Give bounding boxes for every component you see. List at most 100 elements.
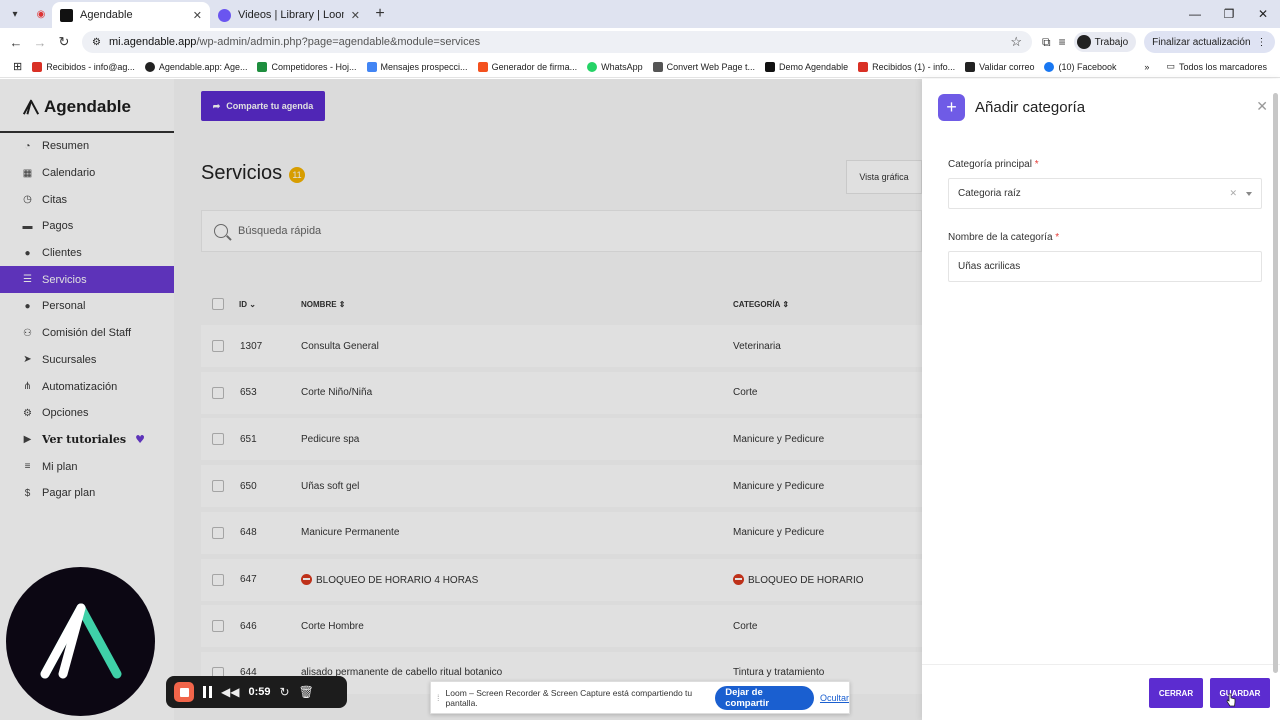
loom-camera-bubble[interactable] <box>6 567 155 716</box>
address-toolbar: ← → ↻ ⚙ mi.agendable.app/wp-admin/admin.… <box>0 28 1280 56</box>
bookmark-label: (10) Facebook <box>1058 61 1117 72</box>
bookmark-item[interactable]: (10) Facebook <box>1039 61 1121 72</box>
screen-share-notice: ⁞ Loom – Screen Recorder & Screen Captur… <box>430 681 850 714</box>
agendable-icon <box>765 61 776 72</box>
restore-icon[interactable]: ❐ <box>1212 0 1246 28</box>
parent-category-select[interactable]: Categoria raíz ✕ <box>948 178 1262 209</box>
stop-sharing-button[interactable]: Dejar de compartir <box>715 685 814 710</box>
app: Agendable ◔ Resumen ▦ Calendario ◷ Citas ▬ Pago… <box>0 79 1280 720</box>
site-info-icon[interactable]: ⚙ <box>92 37 101 48</box>
docs-icon <box>366 61 377 72</box>
tab-title: Agendable <box>80 9 133 21</box>
avatar <box>1076 35 1091 49</box>
bookmark-label: Recibidos - info@ag... <box>46 61 135 72</box>
all-bookmarks[interactable]: ▭ Todos los marcadores <box>1161 61 1272 72</box>
facebook-icon <box>1044 61 1055 72</box>
notice-text: Loom – Screen Recorder & Screen Capture … <box>445 687 693 708</box>
bookmark-item[interactable]: Mensajes prospecci... <box>362 61 473 72</box>
plus-icon: + <box>938 94 965 121</box>
agendable-favicon-icon <box>60 8 73 22</box>
profile-button[interactable]: Trabajo <box>1073 32 1137 52</box>
bookmarks-bar: ⊞ Recibidos - info@ag... Agendable.app: … <box>0 56 1280 78</box>
close-window-icon[interactable]: ✕ <box>1246 0 1280 28</box>
divider <box>922 664 1280 665</box>
apps-grid-icon[interactable]: ⊞ <box>8 60 27 73</box>
chevron-down-icon <box>1246 192 1252 196</box>
hide-link[interactable]: Ocultar <box>820 693 849 703</box>
loom-control-bar: ◀◀ 0:59 ↻ 🗑 <box>166 676 347 708</box>
save-button[interactable]: GUARDAR <box>1210 678 1270 708</box>
bookmark-item[interactable]: Convert Web Page t... <box>648 61 760 72</box>
bookmark-item[interactable]: WhatsApp <box>582 61 648 72</box>
bookmark-label: Mensajes prospecci... <box>380 61 468 72</box>
back-icon[interactable]: ← <box>4 35 28 50</box>
close-icon[interactable]: ✕ <box>1256 98 1268 115</box>
bookmark-label: Validar correo <box>979 61 1035 72</box>
rewind-icon[interactable]: ◀◀ <box>221 685 239 699</box>
more-bookmarks-icon[interactable]: » <box>1144 62 1149 72</box>
trash-icon[interactable]: 🗑 <box>299 685 314 699</box>
profile-label: Trabajo <box>1094 36 1129 48</box>
bookmark-label: Demo Agendable <box>779 61 849 72</box>
convert-icon <box>652 61 663 72</box>
bookmark-item[interactable]: Recibidos - info@ag... <box>27 61 140 72</box>
drag-handle-icon[interactable]: ⁞ <box>437 693 440 703</box>
agendable-icon <box>144 61 155 72</box>
select-value: Categoria raíz <box>958 188 1021 199</box>
panel-title: Añadir categoría <box>975 99 1086 116</box>
url-path: /wp-admin/admin.php?page=agendable&modul… <box>196 36 481 48</box>
bookmark-label: Recibidos (1) - info... <box>872 61 956 72</box>
label-text: Nombre de la categoría <box>948 232 1053 243</box>
stop-recording-button[interactable] <box>174 682 194 702</box>
close-tab-icon[interactable]: ✕ <box>193 9 202 22</box>
hand-cursor-icon <box>1226 693 1236 707</box>
bookmark-label: Convert Web Page t... <box>666 61 756 72</box>
zb-icon <box>965 61 976 72</box>
category-name-input[interactable]: Uñas acrilicas <box>948 251 1262 282</box>
category-name-label: Nombre de la categoría * <box>948 232 1060 243</box>
minimize-icon[interactable]: — <box>1178 0 1212 28</box>
bookmark-item[interactable]: Recibidos (1) - info... <box>853 61 960 72</box>
hubspot-icon <box>477 61 488 72</box>
gmail-icon <box>32 61 43 72</box>
bookmark-item[interactable]: Validar correo <box>960 61 1039 72</box>
bookmark-label: Agendable.app: Age... <box>158 61 248 72</box>
window-controls: — ❐ ✕ <box>1178 0 1280 28</box>
extensions-icon[interactable]: ⧉ <box>1042 35 1051 50</box>
bookmark-item[interactable]: Agendable.app: Age... <box>140 61 253 72</box>
tab-search-icon[interactable]: ▾ <box>4 3 26 25</box>
more-menu-icon: ⋮ <box>1256 36 1267 48</box>
add-category-panel: + Añadir categoría ✕ Categoría principal… <box>922 79 1280 720</box>
url-bar[interactable]: ⚙ mi.agendable.app/wp-admin/admin.php?pa… <box>82 31 1032 53</box>
parent-category-label: Categoría principal * <box>948 159 1039 170</box>
bookmark-item[interactable]: Generador de firma... <box>473 61 583 72</box>
bookmark-label: Competidores - Hoj... <box>271 61 357 72</box>
tab-title: Videos | Library | Loom <box>238 9 344 21</box>
close-button[interactable]: CERRAR <box>1149 678 1203 708</box>
bookmark-star-icon[interactable]: ☆ <box>1010 34 1022 50</box>
bookmark-item[interactable]: Competidores - Hoj... <box>252 61 361 72</box>
sheets-icon <box>257 61 268 72</box>
update-label: Finalizar actualización <box>1152 36 1251 48</box>
forward-icon[interactable]: → <box>28 35 52 50</box>
restart-icon[interactable]: ↻ <box>280 685 290 699</box>
pause-icon[interactable] <box>203 686 212 698</box>
clear-icon[interactable]: ✕ <box>1229 188 1237 199</box>
tab-agendable[interactable]: Agendable ✕ <box>52 2 210 28</box>
browser-tabbar: ▾ ◉ Agendable ✕ Videos | Library | Loom … <box>0 0 1280 28</box>
whatsapp-icon <box>587 61 598 72</box>
bookmark-item[interactable]: Demo Agendable <box>760 61 853 72</box>
reload-icon[interactable]: ↻ <box>52 34 76 50</box>
recording-timer: 0:59 <box>248 686 271 698</box>
update-button[interactable]: Finalizar actualización ⋮ <box>1144 31 1275 53</box>
recording-indicator-icon: ◉ <box>36 8 46 20</box>
media-controls-icon[interactable]: ≡ <box>1059 35 1066 49</box>
close-tab-icon[interactable]: ✕ <box>351 9 360 22</box>
new-tab-icon[interactable]: + <box>368 2 392 26</box>
scrollbar[interactable] <box>1273 93 1278 673</box>
gmail-icon <box>858 61 869 72</box>
tab-loom[interactable]: Videos | Library | Loom ✕ <box>210 2 368 28</box>
label-text: Categoría principal <box>948 159 1032 170</box>
bookmark-label: WhatsApp <box>601 61 643 72</box>
bookmark-label: Generador de firma... <box>491 61 578 72</box>
